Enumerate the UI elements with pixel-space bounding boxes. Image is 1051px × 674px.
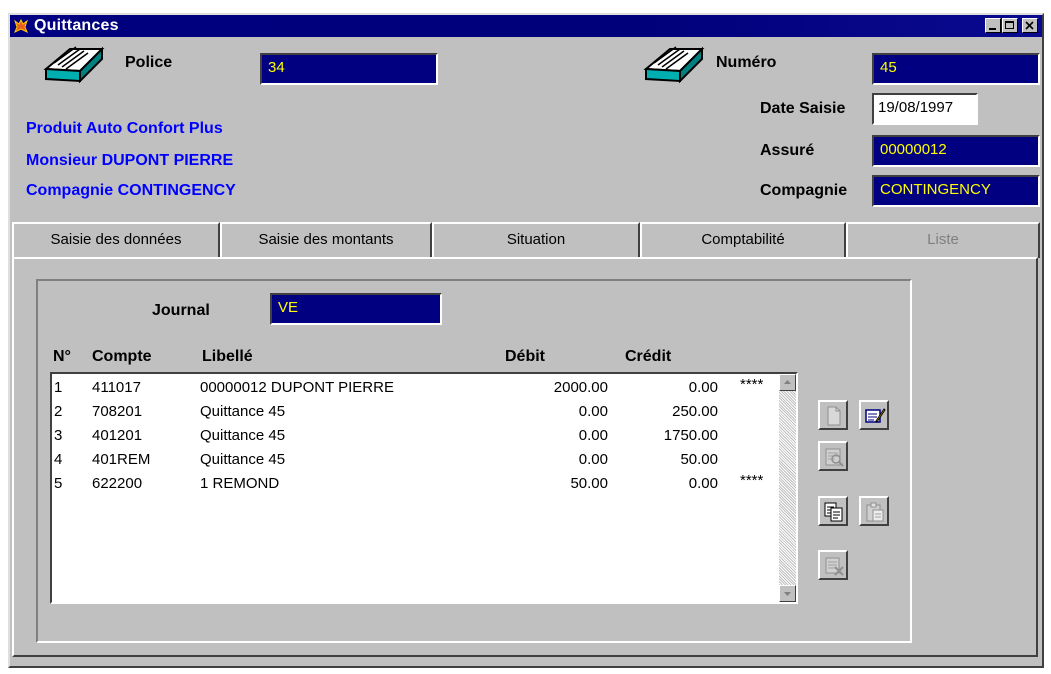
- cell-compte: 401REM: [92, 451, 151, 468]
- arrow-down-icon: [784, 592, 791, 596]
- cell-debit: 0.00: [578, 403, 608, 420]
- numero-field[interactable]: 45: [872, 53, 1040, 85]
- close-icon: [1025, 21, 1034, 30]
- table-row[interactable]: 4 401REM Quittance 45 0.00 50.00: [52, 448, 782, 472]
- produit-info: Produit Auto Confort Plus: [26, 120, 223, 137]
- cell-n: 3: [54, 427, 63, 444]
- cell-credit: 0.00: [688, 475, 718, 492]
- cell-credit: 250.00: [672, 403, 718, 420]
- window-title: Quittances: [34, 17, 119, 34]
- copy-button[interactable]: [818, 496, 848, 526]
- tab-comptabilite[interactable]: Comptabilité: [640, 222, 846, 258]
- police-label: Police: [125, 54, 173, 71]
- cell-flag: ****: [740, 472, 764, 489]
- paste-icon: [866, 502, 884, 522]
- cell-compte: 708201: [92, 403, 143, 420]
- cell-n: 4: [54, 451, 63, 468]
- table-row[interactable]: 1 411017 00000012 DUPONT PIERRE 2000.00 …: [52, 376, 782, 400]
- cell-compte: 401201: [92, 427, 143, 444]
- scroll-down-button[interactable]: [779, 585, 796, 602]
- assure-label: Assuré: [760, 142, 815, 159]
- cell-flag: ****: [740, 376, 764, 393]
- column-header-credit: Crédit: [625, 348, 672, 365]
- cell-credit: 50.00: [680, 451, 718, 468]
- cell-n: 5: [54, 475, 63, 492]
- column-header-debit: Débit: [505, 348, 545, 365]
- journal-label: Journal: [152, 302, 210, 319]
- tab-liste[interactable]: Liste: [846, 222, 1040, 258]
- cell-credit: 0.00: [688, 379, 718, 396]
- cell-debit: 2000.00: [553, 379, 608, 396]
- card-file-icon: [643, 46, 705, 84]
- list-scrollbar[interactable]: [779, 374, 796, 602]
- cell-n: 1: [54, 379, 63, 396]
- cell-n: 2: [54, 403, 63, 420]
- assure-info: Monsieur DUPONT PIERRE: [26, 152, 234, 169]
- cell-compte: 622200: [92, 475, 143, 492]
- view-icon: [825, 448, 844, 467]
- new-document-icon: [827, 406, 841, 426]
- new-button[interactable]: [818, 400, 848, 430]
- cell-debit: 0.00: [578, 427, 608, 444]
- assure-field[interactable]: 00000012: [872, 135, 1040, 167]
- column-header-compte: Compte: [92, 348, 152, 365]
- cell-credit: 1750.00: [663, 427, 718, 444]
- copy-icon: [824, 502, 843, 522]
- maximize-icon: [1005, 21, 1014, 29]
- police-field[interactable]: 34: [260, 53, 438, 85]
- edit-button[interactable]: [859, 400, 889, 430]
- table-row[interactable]: 3 401201 Quittance 45 0.00 1750.00: [52, 424, 782, 448]
- date-saisie-label: Date Saisie: [760, 100, 846, 117]
- paste-button[interactable]: [859, 496, 889, 526]
- table-row[interactable]: 5 622200 1 REMOND 50.00 0.00 ****: [52, 472, 782, 496]
- cell-libelle: 1 REMOND: [200, 475, 280, 492]
- column-header-n: N°: [53, 348, 71, 365]
- delete-icon: [825, 557, 844, 576]
- cell-compte: 411017: [92, 379, 141, 396]
- cell-libelle: 00000012 DUPONT PIERRE: [200, 379, 394, 396]
- numero-label: Numéro: [716, 54, 777, 71]
- minimize-button[interactable]: [985, 18, 1001, 33]
- view-button[interactable]: [818, 441, 848, 471]
- edit-icon: [865, 408, 886, 423]
- tab-situation[interactable]: Situation: [432, 222, 640, 258]
- column-header-libelle: Libellé: [202, 348, 253, 365]
- table-row[interactable]: 2 708201 Quittance 45 0.00 250.00: [52, 400, 782, 424]
- tab-saisie-montants[interactable]: Saisie des montants: [220, 222, 432, 258]
- minimize-icon: [989, 28, 996, 30]
- cell-debit: 50.00: [570, 475, 608, 492]
- cell-libelle: Quittance 45: [200, 403, 286, 420]
- ecritures-list[interactable]: 1 411017 00000012 DUPONT PIERRE 2000.00 …: [50, 372, 798, 604]
- arrow-up-icon: [784, 380, 791, 384]
- tab-saisie-donnees[interactable]: Saisie des données: [12, 222, 220, 258]
- app-icon: [14, 18, 28, 34]
- compagnie-info: Compagnie CONTINGENCY: [26, 182, 236, 199]
- cell-libelle: Quittance 45: [200, 451, 286, 468]
- delete-button[interactable]: [818, 550, 848, 580]
- maximize-button[interactable]: [1002, 18, 1018, 33]
- quittances-window: Quittances Police 34 Numéro 45 Date Sais…: [8, 13, 1044, 668]
- compagnie-label: Compagnie: [760, 182, 848, 199]
- card-file-icon: [43, 46, 105, 84]
- cell-debit: 0.00: [578, 451, 608, 468]
- compagnie-field[interactable]: CONTINGENCY: [872, 175, 1040, 207]
- close-button[interactable]: [1022, 18, 1038, 33]
- cell-libelle: Quittance 45: [200, 427, 286, 444]
- scroll-up-button[interactable]: [779, 374, 796, 391]
- date-saisie-field[interactable]: 19/08/1997: [872, 93, 978, 125]
- journal-field[interactable]: VE: [270, 293, 442, 325]
- title-bar[interactable]: Quittances: [10, 15, 1042, 37]
